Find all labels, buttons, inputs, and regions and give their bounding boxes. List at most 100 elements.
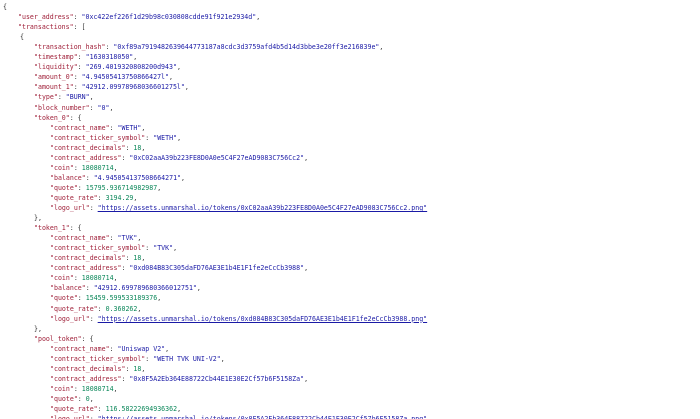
json-string-value: "0xf89a7919482639644773187a8cdc3d3759afd… — [113, 43, 380, 52]
json-line: "contract_address": "0xC02aaA39b223FE8D0… — [50, 153, 308, 163]
json-line: "quote_rate": 116.58222694936362, — [50, 404, 181, 414]
json-punctuation: , — [220, 354, 225, 363]
json-string-value: "WETH" — [153, 133, 178, 142]
json-line: "coin": 18080714, — [50, 163, 118, 173]
json-punctuation: , — [379, 43, 384, 52]
json-punctuation: : — [109, 234, 118, 243]
json-line: "quote": 15795.936714982987, — [50, 183, 161, 193]
json-punctuation: , — [184, 83, 189, 92]
json-key: "logo_url" — [50, 415, 90, 419]
json-key: "transaction_hash" — [34, 43, 106, 52]
json-punctuation: : — [85, 284, 94, 293]
json-key: "timestamp" — [34, 53, 78, 62]
json-punctuation: , — [181, 173, 186, 182]
json-key: "logo_url" — [50, 314, 90, 323]
json-line: "logo_url": "https://assets.unmarshal.io… — [50, 414, 427, 419]
json-key: "liquidity" — [34, 63, 78, 72]
json-key: "contract_decimals" — [50, 254, 126, 263]
json-punctuation: : { — [69, 113, 82, 122]
json-punctuation: , — [304, 374, 309, 383]
json-punctuation: : — [73, 274, 82, 283]
json-punctuation: : — [77, 183, 86, 192]
json-line: "quote_rate": 3194.29, — [50, 193, 137, 203]
json-punctuation: : — [77, 294, 86, 303]
json-line: "contract_address": "0x8F5A2Eb364E88722C… — [50, 374, 308, 384]
json-key: "user_address" — [18, 13, 74, 22]
json-line: "amount_0": "4.94505413750866427l", — [34, 72, 173, 82]
json-line: }, — [34, 324, 42, 334]
json-number-value: 15795.936714982987 — [85, 183, 158, 192]
json-line: "timestamp": "1630318050", — [34, 52, 137, 62]
json-string-value: "0xc422ef226f1d29b98c030808cdde91f921e29… — [81, 13, 257, 22]
json-punctuation: : — [90, 415, 98, 419]
json-punctuation: : — [109, 123, 118, 132]
json-key: "token_1" — [34, 224, 70, 233]
json-punctuation: , — [177, 133, 182, 142]
json-key: "logo_url" — [50, 204, 90, 212]
json-punctuation: , — [196, 284, 201, 293]
json-punctuation: { — [20, 33, 24, 42]
json-url-link[interactable]: "https://assets.unmarshal.io/tokens/0xC0… — [98, 204, 428, 212]
json-line: "coin": 18080714, — [50, 384, 118, 394]
json-punctuation: , — [113, 163, 118, 172]
json-url-link[interactable]: "https://assets.unmarshal.io/tokens/0xd0… — [98, 315, 428, 323]
json-line: "token_1": { — [34, 223, 82, 233]
json-line: "quote": 15459.599533189376, — [50, 293, 161, 303]
json-punctuation: , — [177, 405, 182, 413]
json-url-link[interactable]: "https://assets.unmarshal.io/tokens/0x8F… — [98, 415, 428, 419]
json-string-value: "4.94505413750866427l" — [81, 73, 169, 82]
json-line: "contract_name": "WETH", — [50, 123, 145, 133]
json-line: "transactions": [ — [18, 22, 86, 32]
json-number-value: 15459.599533189376 — [85, 294, 158, 303]
json-number-value: 116.58222694936362 — [105, 405, 178, 413]
json-line: "type": "BURN", — [34, 92, 94, 102]
json-punctuation: : — [97, 193, 106, 202]
json-punctuation: , — [89, 93, 94, 102]
json-key: "quote" — [50, 183, 78, 192]
json-line: "balance": "4.945054137508664271", — [50, 173, 185, 183]
json-line: "liquidity": "269.4019320808200d943", — [34, 62, 181, 72]
json-punctuation: , — [304, 264, 309, 273]
json-punctuation: : — [85, 173, 94, 182]
json-key: "block_number" — [34, 103, 90, 112]
json-punctuation: , — [133, 53, 138, 62]
json-punctuation: , — [304, 153, 309, 162]
json-punctuation: : — [73, 83, 82, 92]
json-string-value: "4.945054137508664271" — [93, 173, 182, 182]
json-punctuation: { — [3, 3, 7, 11]
json-number-value: 18080714 — [81, 163, 114, 172]
json-key: "coin" — [50, 163, 74, 172]
json-punctuation: , — [157, 183, 162, 192]
json-key: "coin" — [50, 384, 74, 393]
json-punctuation: , — [141, 123, 146, 132]
json-key: "contract_name" — [50, 234, 110, 243]
json-key: "contract_address" — [50, 264, 122, 273]
json-punctuation: : — [73, 163, 82, 172]
json-punctuation: , — [133, 193, 138, 202]
json-string-value: "0xd084B83C305daFD76AE3E1b4E1F1fe2eCcCb3… — [129, 264, 305, 273]
json-string-value: "42912.699789680366012751" — [93, 284, 197, 293]
json-key: "quote_rate" — [50, 304, 98, 313]
json-line: "contract_address": "0xd084B83C305daFD76… — [50, 263, 308, 273]
json-key: "type" — [34, 93, 58, 102]
json-key: "contract_decimals" — [50, 364, 126, 373]
json-key: "amount_1" — [34, 83, 74, 92]
json-punctuation: : — [89, 103, 98, 112]
json-number-value: 3194.29 — [105, 193, 134, 202]
json-punctuation: , — [89, 394, 94, 403]
json-punctuation: }, — [34, 214, 42, 223]
json-punctuation: , — [256, 13, 261, 22]
json-line: { — [3, 2, 7, 12]
json-line: "contract_ticker_symbol": "TVK", — [50, 243, 177, 253]
json-line: "contract_decimals": 18, — [50, 364, 145, 374]
json-line: "contract_ticker_symbol": "WETH", — [50, 133, 181, 143]
json-line: "logo_url": "https://assets.unmarshal.io… — [50, 203, 427, 213]
json-key: "quote" — [50, 294, 78, 303]
json-string-value: "BURN" — [65, 93, 90, 102]
json-punctuation: , — [137, 304, 142, 313]
json-punctuation: , — [173, 244, 178, 253]
json-line: "user_address": "0xc422ef226f1d29b98c030… — [18, 12, 260, 22]
json-string-value: "TVK" — [153, 244, 174, 253]
json-punctuation: , — [113, 274, 118, 283]
json-line: "coin": 18080714, — [50, 273, 118, 283]
